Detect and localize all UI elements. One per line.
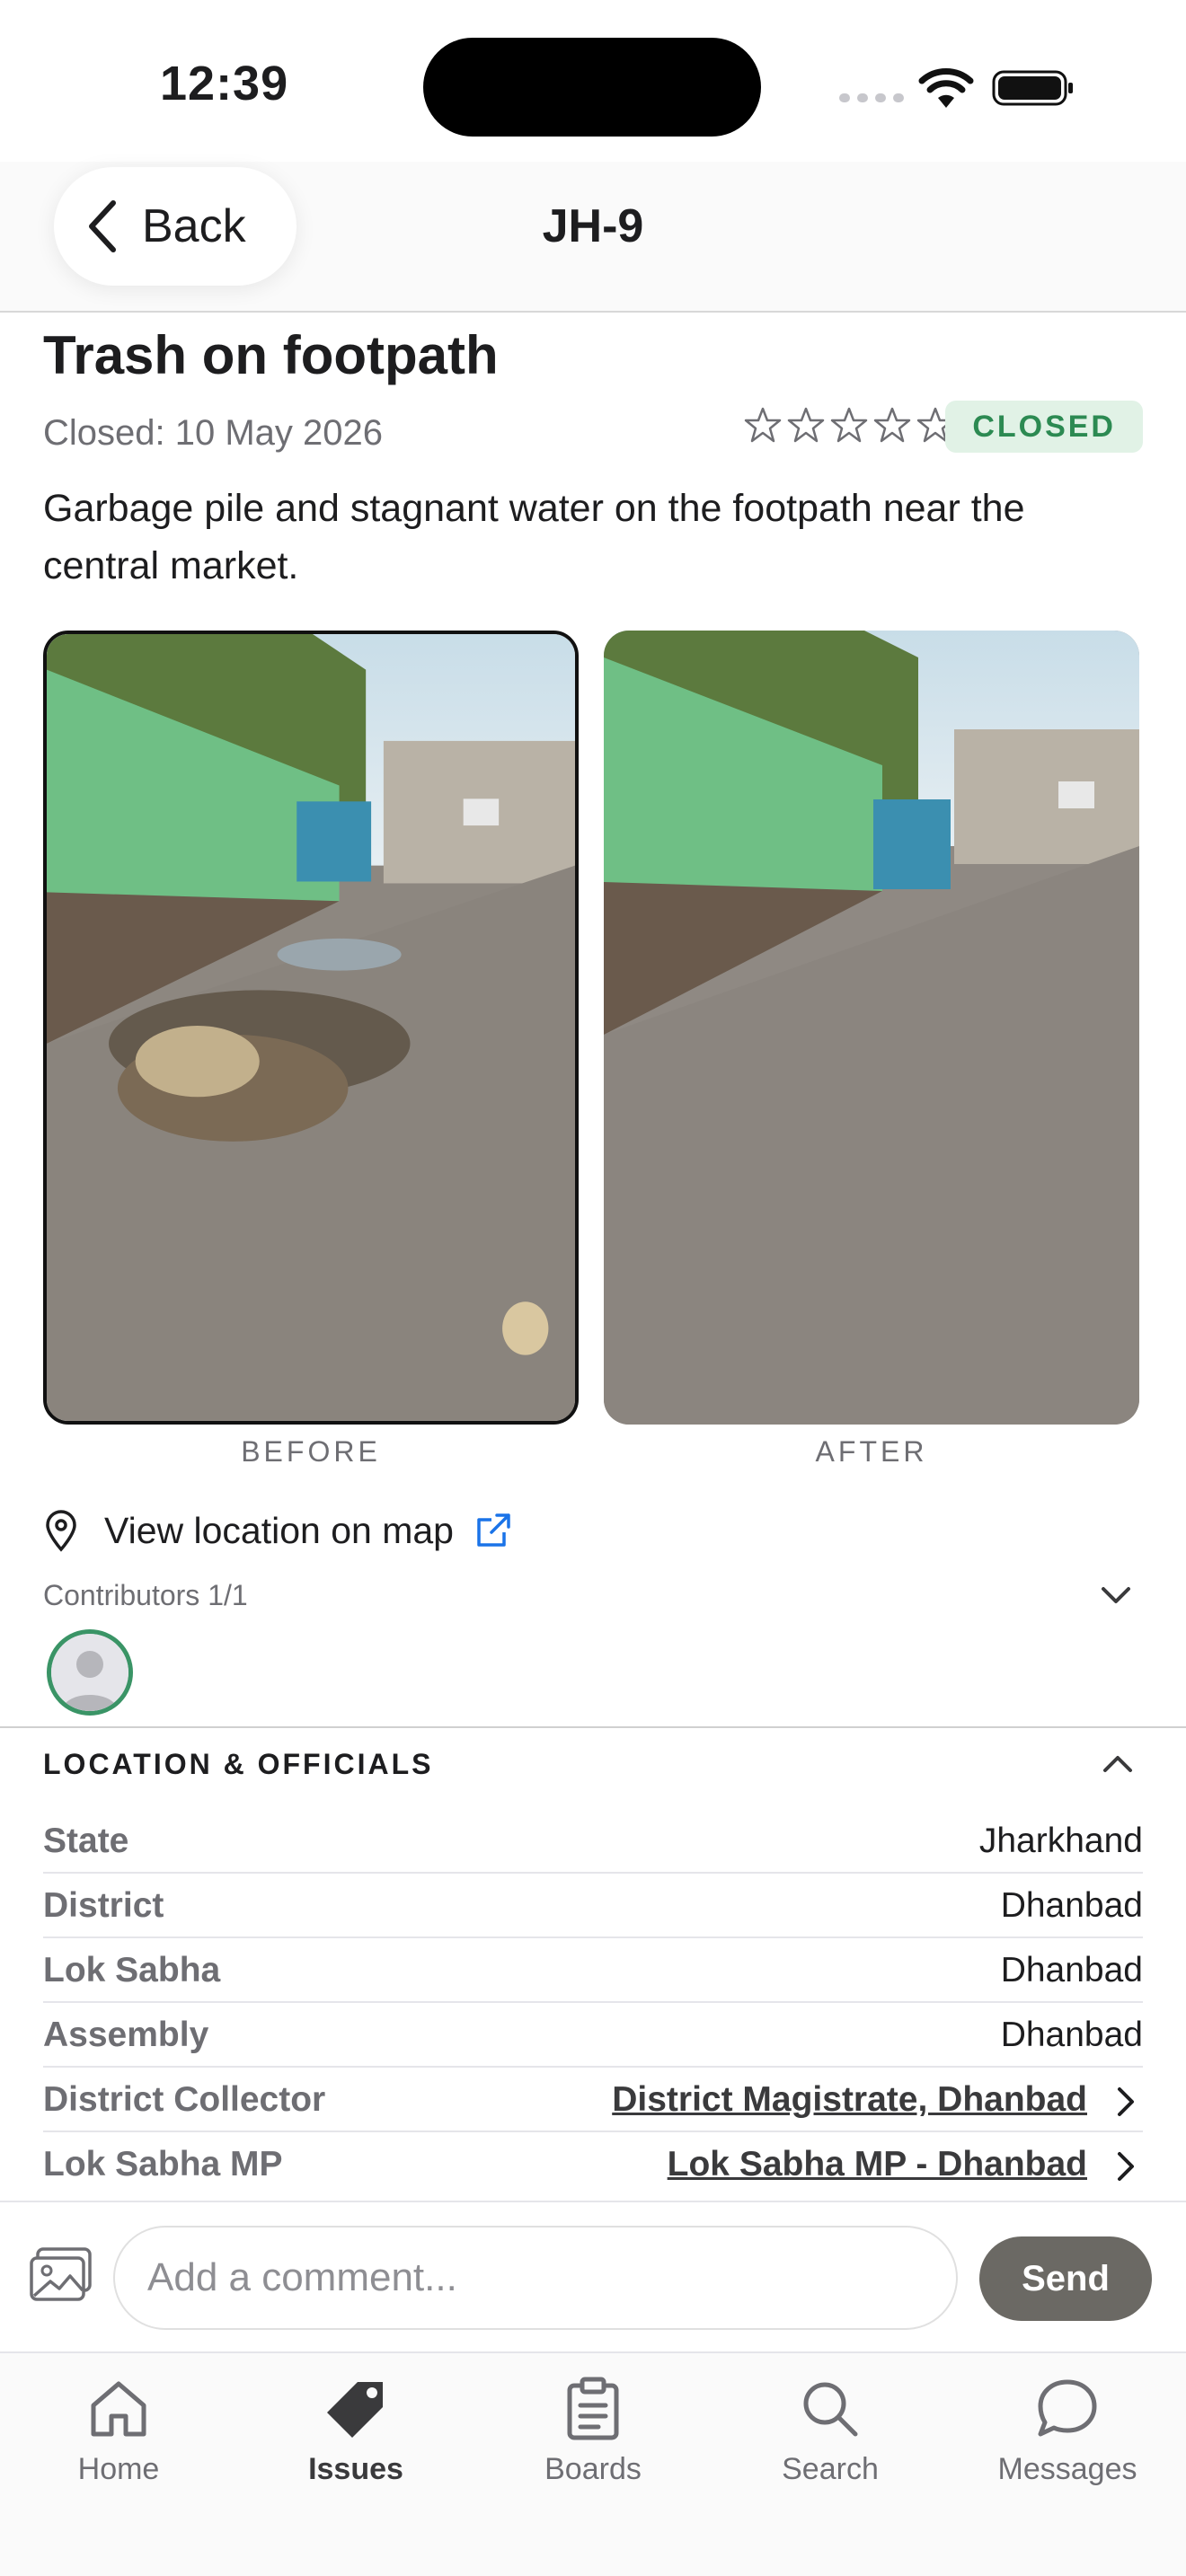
- attach-photo-icon[interactable]: [29, 2245, 93, 2303]
- wifi-icon: [918, 68, 974, 108]
- district-collector-link[interactable]: District Magistrate, Dhanbad: [612, 2080, 1087, 2120]
- send-button[interactable]: Send: [979, 2236, 1152, 2321]
- info-row-district: District Dhanbad: [43, 1874, 1143, 1938]
- tab-label: Search: [782, 2452, 879, 2486]
- view-location-label: View location on map: [104, 1509, 454, 1551]
- location-officials-section: LOCATION & OFFICIALS State Jharkhand Dis…: [0, 1726, 1186, 2197]
- issue-detail: Trash on footpath Closed: 10 May 2026 CL…: [43, 314, 1143, 1716]
- after-photo-image: [604, 631, 1139, 1425]
- navigation-header: Back JH-9: [0, 162, 1186, 313]
- chevron-right-icon[interactable]: [1111, 2084, 1139, 2120]
- page-title: JH-9: [542, 200, 644, 252]
- tab-label: Home: [77, 2452, 160, 2486]
- info-row-assembly: Assembly Dhanbad: [43, 2003, 1143, 2068]
- cellular-signal-icon: [839, 93, 904, 102]
- tab-label: Issues: [308, 2452, 403, 2486]
- star-icon[interactable]: [830, 406, 868, 444]
- row-value: Dhanbad: [1000, 1951, 1143, 1989]
- row-value: Dhanbad: [1000, 1886, 1143, 1925]
- status-bar: 12:39: [0, 0, 1186, 162]
- view-location-link[interactable]: View location on map: [43, 1502, 1143, 1559]
- issue-description: Garbage pile and stagnant water on the f…: [43, 487, 1025, 587]
- comment-input[interactable]: [113, 2226, 958, 2330]
- chevron-right-icon[interactable]: [1111, 2148, 1139, 2184]
- dynamic-island: [423, 38, 761, 137]
- star-icon[interactable]: [744, 406, 782, 444]
- info-row-lok-sabha-mp[interactable]: Lok Sabha MP Lok Sabha MP - Dhanbad: [43, 2132, 1143, 2197]
- issue-meta-row: Closed: 10 May 2026 CLOSED: [43, 401, 1143, 462]
- external-link-icon: [477, 1513, 510, 1547]
- section-title: LOCATION & OFFICIALS: [43, 1748, 434, 1780]
- star-icon[interactable]: [787, 406, 825, 444]
- status-badge: CLOSED: [945, 401, 1143, 453]
- contributor-avatar[interactable]: [47, 1629, 133, 1716]
- chevron-down-icon[interactable]: [1098, 1577, 1134, 1613]
- row-label: District: [43, 1886, 164, 1925]
- contributors-row[interactable]: Contributors 1/1: [43, 1568, 1143, 1622]
- chat-bubble-icon: [1038, 2379, 1097, 2437]
- row-value: Dhanbad: [1000, 2016, 1143, 2054]
- chevron-up-icon[interactable]: [1100, 1746, 1136, 1782]
- star-rating[interactable]: [744, 406, 954, 444]
- search-icon: [803, 2382, 858, 2437]
- before-photo-image: [47, 634, 575, 1421]
- info-row-lok-sabha: Lok Sabha Dhanbad: [43, 1938, 1143, 2003]
- map-pin-icon: [46, 1510, 76, 1552]
- tab-bar: Home Issues Boards Search Messages: [0, 2351, 1186, 2576]
- tab-label: Messages: [997, 2452, 1137, 2486]
- row-label: District Collector: [43, 2080, 326, 2119]
- lok-sabha-mp-link[interactable]: Lok Sabha MP - Dhanbad: [668, 2145, 1087, 2184]
- issue-title: Trash on footpath: [43, 325, 499, 385]
- clipboard-icon: [567, 2377, 619, 2440]
- status-time: 12:39: [160, 57, 289, 110]
- tab-issues[interactable]: Issues: [237, 2353, 474, 2576]
- user-icon: [51, 1634, 128, 1711]
- battery-icon: [992, 70, 1073, 106]
- tab-label: Boards: [544, 2452, 642, 2486]
- closed-date: Closed: 10 May 2026: [43, 413, 384, 453]
- location-rows: State Jharkhand District Dhanbad Lok Sab…: [43, 1809, 1143, 2197]
- after-photo[interactable]: [604, 631, 1139, 1425]
- tab-boards[interactable]: Boards: [474, 2353, 712, 2576]
- info-row-state: State Jharkhand: [43, 1809, 1143, 1874]
- before-photo[interactable]: [43, 631, 579, 1425]
- info-row-district-collector[interactable]: District Collector District Magistrate, …: [43, 2068, 1143, 2132]
- row-value: Jharkhand: [978, 1822, 1143, 1860]
- after-caption: AFTER: [815, 1435, 928, 1468]
- location-section-header[interactable]: LOCATION & OFFICIALS: [0, 1728, 1186, 1800]
- tab-messages[interactable]: Messages: [949, 2353, 1186, 2576]
- comment-bar: Send: [0, 2201, 1186, 2351]
- before-after-photos: BEFORE AFTER: [43, 631, 1143, 1486]
- tab-search[interactable]: Search: [712, 2353, 949, 2576]
- star-icon[interactable]: [873, 406, 911, 444]
- home-icon: [91, 2381, 146, 2437]
- tab-home[interactable]: Home: [0, 2353, 237, 2576]
- contributors-label: Contributors 1/1: [43, 1579, 248, 1611]
- row-label: State: [43, 1822, 129, 1860]
- row-label: Lok Sabha MP: [43, 2145, 283, 2183]
- row-label: Assembly: [43, 2016, 209, 2054]
- before-caption: BEFORE: [241, 1435, 381, 1468]
- row-label: Lok Sabha: [43, 1951, 221, 1989]
- tag-icon: [327, 2382, 383, 2438]
